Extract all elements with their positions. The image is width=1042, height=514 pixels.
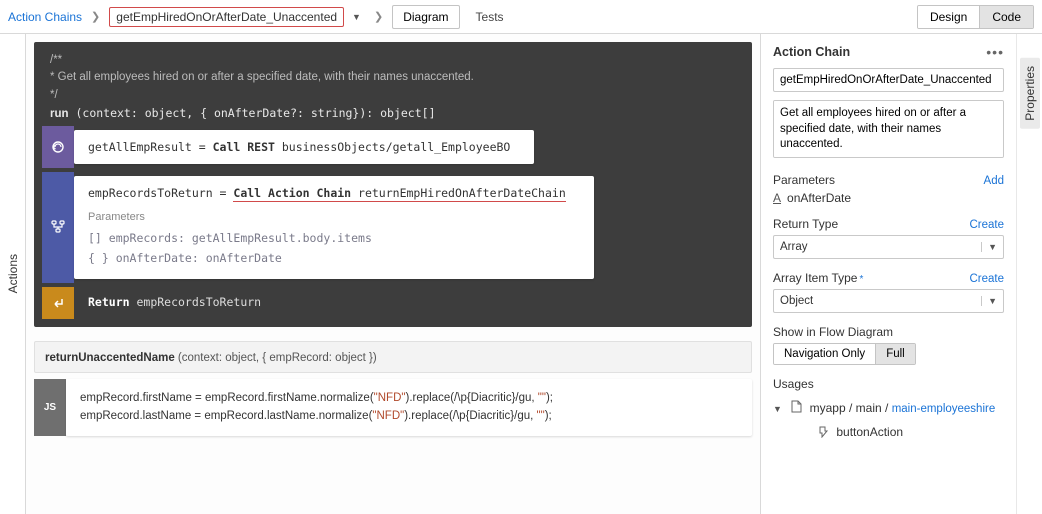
show-in-diagram-toggle: Navigation Only Full bbox=[773, 343, 916, 365]
step-return[interactable]: Return empRecordsToReturn bbox=[42, 287, 744, 319]
run-signature: run run (context: object, { onAfterDate?… bbox=[42, 106, 744, 126]
tests-tab[interactable]: Tests bbox=[466, 6, 514, 28]
chevron-right-icon: ❯ bbox=[374, 10, 383, 23]
return-type-label: Return Type bbox=[773, 217, 838, 231]
page-icon bbox=[791, 401, 805, 415]
left-rail: Actions bbox=[0, 34, 26, 514]
breadcrumb-root[interactable]: Action Chains bbox=[8, 10, 82, 24]
return-icon bbox=[42, 287, 74, 319]
step-js[interactable]: JS empRecord.firstName = empRecord.first… bbox=[34, 379, 752, 436]
return-type-select[interactable]: Array ▼ bbox=[773, 235, 1004, 259]
parameter-item[interactable]: A onAfterDate bbox=[773, 191, 1004, 205]
code-shell: /** * Get all employees hired on or afte… bbox=[34, 42, 752, 327]
array-item-type-label: Array Item Type* bbox=[773, 271, 863, 285]
panel-title: Action Chain bbox=[773, 45, 850, 59]
step-call-rest[interactable]: getAllEmpResult = Call REST businessObje… bbox=[42, 126, 744, 168]
step-call-chain[interactable]: empRecordsToReturn = Call Action Chain r… bbox=[42, 172, 744, 283]
chain-id-input[interactable] bbox=[773, 68, 1004, 92]
create-array-item-button[interactable]: Create bbox=[969, 273, 1004, 285]
chevron-down-icon: ▼ bbox=[773, 404, 782, 414]
full-button[interactable]: Full bbox=[875, 344, 915, 364]
code-button[interactable]: Code bbox=[979, 6, 1033, 28]
properties-panel: Action Chain ••• Get all employees hired… bbox=[760, 34, 1042, 514]
chevron-down-icon: ▼ bbox=[981, 296, 997, 306]
show-in-diagram-label: Show in Flow Diagram bbox=[773, 325, 893, 339]
js-icon: JS bbox=[34, 379, 66, 436]
properties-tab[interactable]: Properties bbox=[1020, 58, 1040, 129]
text-type-icon: A bbox=[773, 191, 781, 205]
array-item-type-select[interactable]: Object ▼ bbox=[773, 289, 1004, 313]
design-code-toggle: Design Code bbox=[917, 5, 1034, 29]
chevron-down-icon: ▼ bbox=[981, 242, 997, 252]
create-return-type-button[interactable]: Create bbox=[969, 219, 1004, 231]
usage-breadcrumb[interactable]: ▼ myapp / main / main-employeeshire bbox=[773, 397, 1004, 421]
chain-desc-input[interactable]: Get all employees hired on or after a sp… bbox=[773, 100, 1004, 158]
navigation-only-button[interactable]: Navigation Only bbox=[774, 344, 875, 364]
rest-icon bbox=[42, 126, 74, 168]
top-toolbar: Action Chains ❯ getEmpHiredOnOrAfterDate… bbox=[0, 0, 1042, 34]
usages-tree: ▼ myapp / main / main-employeeshire butt… bbox=[773, 397, 1004, 444]
fn2-signature[interactable]: returnUnaccentedName (context: object, {… bbox=[34, 341, 752, 373]
properties-rail: Properties bbox=[1016, 34, 1042, 514]
parameters-label: Parameters bbox=[773, 173, 835, 187]
chevron-down-icon[interactable]: ▼ bbox=[348, 10, 365, 24]
usage-leaf[interactable]: buttonAction bbox=[773, 421, 1004, 444]
second-function: returnUnaccentedName (context: object, {… bbox=[34, 341, 752, 436]
chain-icon bbox=[42, 172, 74, 283]
more-menu-icon[interactable]: ••• bbox=[986, 44, 1004, 60]
doc-comment: /** * Get all employees hired on or afte… bbox=[42, 50, 744, 106]
canvas: /** * Get all employees hired on or afte… bbox=[26, 34, 760, 514]
add-parameter-button[interactable]: Add bbox=[984, 175, 1004, 187]
diagram-tab[interactable]: Diagram bbox=[392, 5, 459, 29]
chevron-right-icon: ❯ bbox=[91, 10, 100, 23]
design-button[interactable]: Design bbox=[918, 6, 979, 28]
breadcrumb-current[interactable]: getEmpHiredOnOrAfterDate_Unaccented bbox=[109, 7, 344, 27]
event-icon bbox=[817, 425, 832, 439]
actions-tab[interactable]: Actions bbox=[6, 254, 20, 293]
usages-label: Usages bbox=[773, 377, 814, 391]
